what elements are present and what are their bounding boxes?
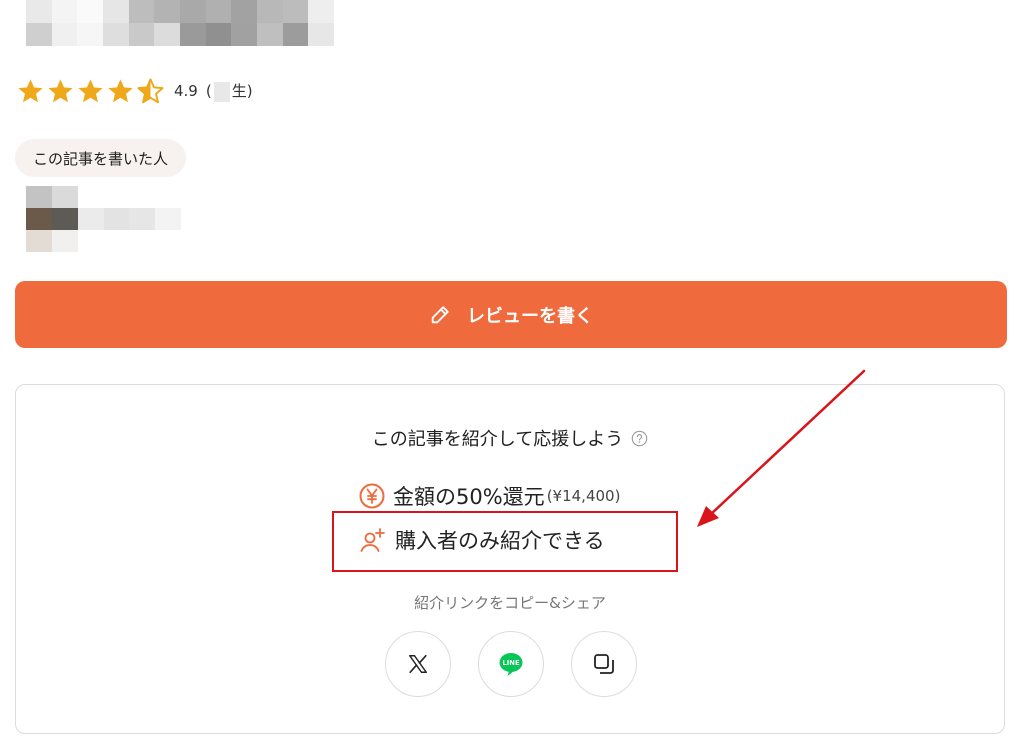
annotation-highlight-box — [332, 511, 678, 572]
reward-row: 金額の50%還元 (¥14,400) — [359, 481, 620, 511]
write-review-button[interactable]: レビューを書く — [15, 281, 1007, 348]
share-line-button[interactable]: LINE — [478, 631, 544, 697]
rating-paren-open: ( — [205, 82, 212, 101]
share-copy-link-button[interactable] — [571, 631, 637, 697]
rating-count-suffix: 生) — [231, 82, 253, 101]
rating: 4.9 ( 生) — [16, 76, 253, 106]
reward-text: 金額の50%還元 — [393, 485, 545, 509]
referral-card: この記事を紹介して応援しよう 金額の50%還元 (¥14,400) 購入者のみ紹… — [15, 384, 1005, 734]
star-icon — [108, 78, 133, 102]
page: 4.9 ( 生) この記事を書いた人 レビューを書く この記事を紹介して応援しよう — [0, 0, 1024, 739]
copy-icon — [594, 654, 614, 674]
pencil-icon — [431, 305, 449, 323]
line-logo-text: LINE — [502, 659, 520, 667]
author-badge: この記事を書いた人 — [15, 139, 187, 177]
question-circle-icon[interactable] — [631, 430, 648, 447]
referral-title: この記事を紹介して応援しよう — [371, 429, 624, 450]
rating-value: 4.9 — [174, 82, 198, 100]
star-icon — [78, 78, 103, 102]
reward-amount: (¥14,400) — [546, 487, 621, 505]
share-x-button[interactable] — [385, 631, 451, 697]
copy-share-label: 紹介リンクをコピー&シェア — [414, 594, 606, 612]
blurred-author-image — [26, 186, 181, 252]
x-icon — [409, 654, 427, 674]
star-icon — [48, 78, 73, 102]
star-icon — [18, 78, 43, 102]
line-icon: LINE — [499, 653, 523, 676]
blurred-title-image — [26, 0, 334, 46]
rating-count: ( 生) — [206, 80, 253, 102]
blurred-count — [213, 81, 230, 102]
referral-title-row: この記事を紹介して応援しよう — [16, 425, 1004, 451]
yen-circle-icon — [359, 483, 385, 509]
half-star-icon — [137, 77, 164, 103]
author-badge-label: この記事を書いた人 — [33, 149, 169, 168]
write-review-label: レビューを書く — [467, 305, 593, 327]
